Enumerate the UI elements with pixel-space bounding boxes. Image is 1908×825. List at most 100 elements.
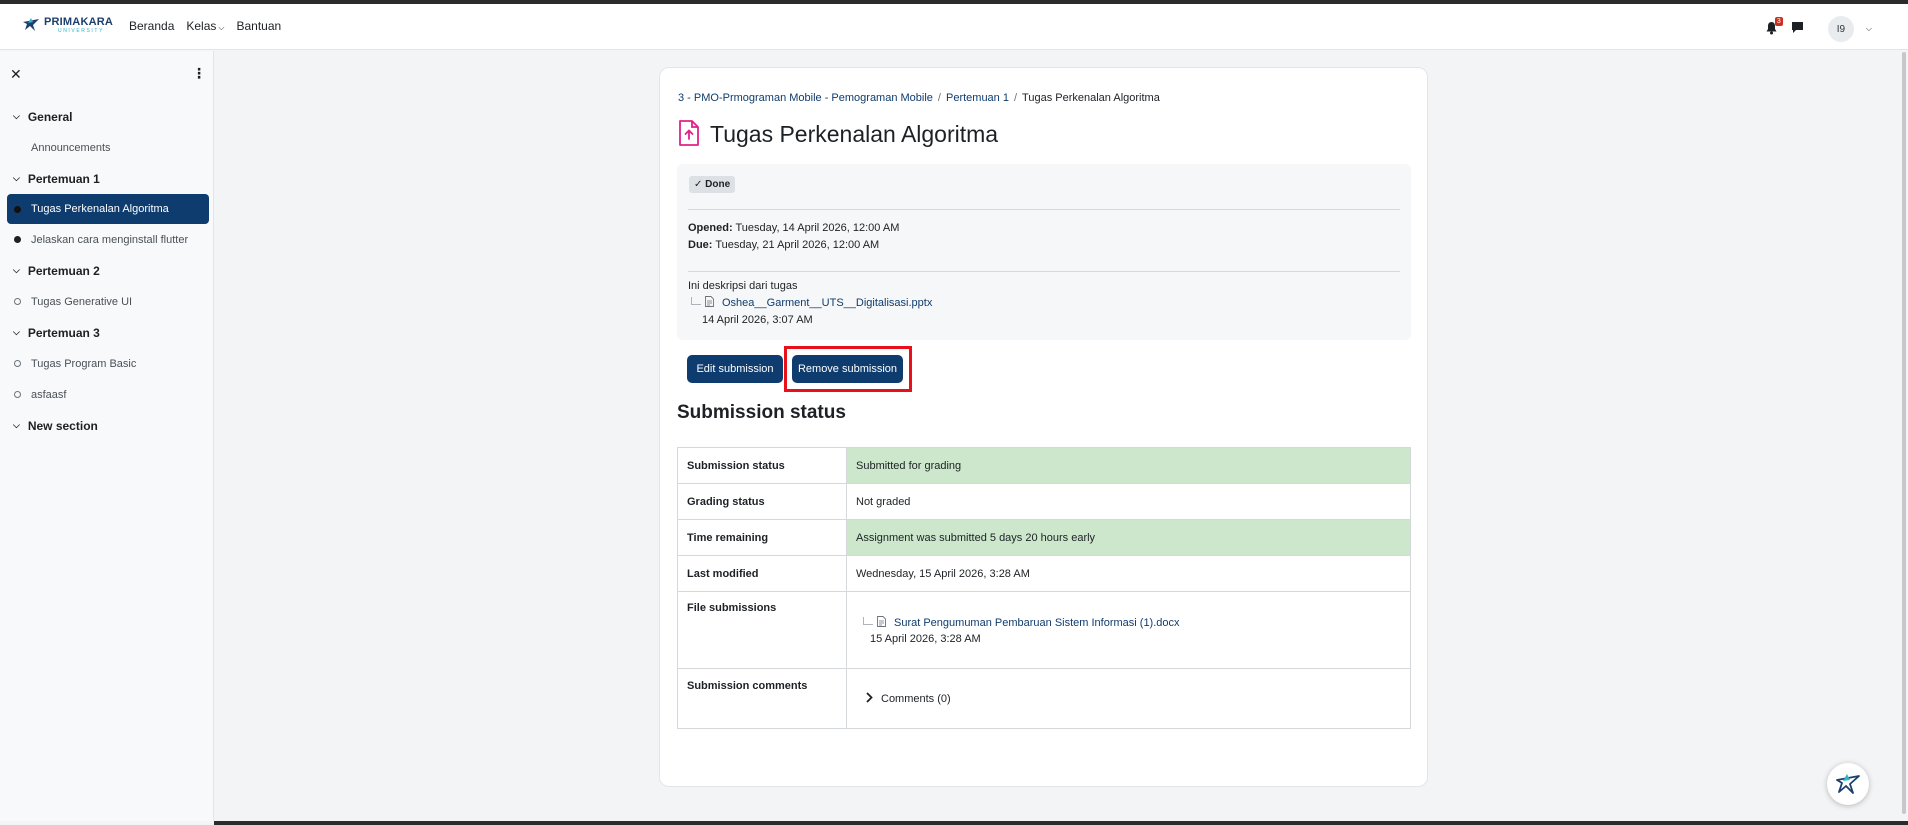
comments-toggle[interactable]: Comments (0)	[856, 691, 1401, 706]
activity-asfaasf[interactable]: asfaasf	[7, 379, 209, 410]
chevron-down-icon: ⌵	[13, 173, 20, 183]
submission-status-value: Submitted for grading	[846, 447, 1411, 484]
divider	[688, 209, 1400, 210]
due-date: Tuesday, 21 April 2026, 12:00 AM	[715, 239, 880, 251]
activity-tugas-generative-ui[interactable]: Tugas Generative UI	[7, 286, 209, 317]
row-label: Submission status	[677, 447, 847, 484]
table-row: Submission comments Comments (0)	[677, 668, 1411, 729]
assistant-chat-button[interactable]	[1827, 763, 1869, 805]
table-row: Grading status Not graded	[677, 483, 1411, 520]
highlight-annotation-box	[784, 346, 912, 392]
activity-announcements[interactable]: Announcements	[7, 132, 209, 163]
nav-kelas-label: Kelas	[186, 19, 217, 33]
activity-tugas-program-basic[interactable]: Tugas Program Basic	[7, 348, 209, 379]
logo-subtext: UNIVERSITY	[58, 28, 105, 34]
notification-count-badge: 3	[1774, 17, 1783, 26]
course-index-list: ⌵ General Announcements ⌵ Pertemuan 1 Tuga…	[7, 101, 209, 441]
section-label: New section	[27, 418, 98, 433]
section-new-section[interactable]: ⌵ New section	[7, 410, 209, 441]
chevron-down-icon: ⌵	[218, 23, 225, 32]
check-icon: ✓	[694, 179, 703, 190]
logo-text: PRIMAKARA	[44, 16, 114, 28]
page-scrollbar[interactable]	[1899, 50, 1908, 825]
row-label: Grading status	[677, 483, 847, 520]
nav-bantuan[interactable]: Bantuan	[236, 19, 281, 33]
activity-information: ✓ Done Opened: Tuesday, 14 April 2026, 1…	[677, 164, 1411, 340]
section-pertemuan-1[interactable]: ⌵ Pertemuan 1	[7, 163, 209, 194]
opened-date: Tuesday, 14 April 2026, 12:00 AM	[735, 222, 900, 234]
activity-dates: Opened: Tuesday, 14 April 2026, 12:00 AM…	[688, 220, 899, 254]
assignment-upload-icon	[678, 120, 700, 149]
section-pertemuan-3[interactable]: ⌵ Pertemuan 3	[7, 317, 209, 348]
chevron-down-icon: ⌵	[13, 327, 20, 337]
last-modified-value: Wednesday, 15 April 2026, 3:28 AM	[846, 555, 1411, 592]
page-title: Tugas Perkenalan Algoritma	[710, 121, 999, 147]
primakara-star-icon	[1835, 771, 1861, 798]
user-avatar[interactable]: I9	[1827, 16, 1854, 42]
due-label: Due:	[688, 239, 713, 251]
table-row: File submissions Surat Pengumuman Pembar…	[677, 591, 1411, 669]
notifications-button[interactable]: 3	[1765, 17, 1783, 37]
scrollbar-thumb[interactable]	[1902, 52, 1906, 814]
messages-button[interactable]	[1791, 21, 1804, 37]
chevron-down-icon: ⌵	[13, 420, 20, 430]
breadcrumb: 3 - PMO-Prmograman Mobile - Pemograman M…	[678, 92, 1160, 104]
nav-kelas[interactable]: Kelas ⌵	[186, 19, 224, 33]
close-drawer-icon[interactable]: ✕	[10, 66, 22, 83]
incomplete-dot-icon	[14, 360, 21, 367]
file-submissions-value: Surat Pengumuman Pembaruan Sistem Inform…	[846, 591, 1411, 669]
table-row: Submission status Submitted for grading	[677, 447, 1411, 484]
section-label: General	[27, 109, 73, 124]
completion-badge: ✓ Done	[689, 176, 736, 193]
kebab-menu-icon[interactable]: ⋮	[192, 65, 206, 82]
edit-submission-button[interactable]: Edit submission	[687, 355, 783, 383]
breadcrumb-course-link[interactable]: 3 - PMO-Prmograman Mobile - Pemograman M…	[678, 92, 933, 104]
row-label: Time remaining	[677, 519, 847, 556]
completion-dot-icon	[14, 236, 21, 243]
comments-label: Comments (0)	[881, 692, 951, 705]
incomplete-dot-icon	[14, 298, 21, 305]
chevron-down-icon: ⌵	[13, 111, 20, 121]
chevron-down-icon: ⌵	[13, 265, 20, 275]
site-logo[interactable]: PRIMAKARA UNIVERSITY	[22, 16, 113, 35]
section-label: Pertemuan 1	[27, 171, 100, 186]
submitted-file-link[interactable]: Surat Pengumuman Pembaruan Sistem Inform…	[894, 617, 1180, 629]
tree-connector	[863, 616, 873, 625]
window-bottom-strip	[214, 821, 1908, 825]
divider	[688, 271, 1400, 272]
row-label: Submission comments	[677, 668, 847, 729]
activity-label: Tugas Generative UI	[31, 295, 133, 308]
completion-dot-icon	[14, 205, 21, 213]
time-remaining-value: Assignment was submitted 5 days 20 hours…	[846, 519, 1411, 556]
breadcrumb-separator: /	[1013, 92, 1018, 104]
activity-label: asfaasf	[31, 388, 67, 401]
assignment-description: Ini deskripsi dari tugas	[688, 280, 798, 292]
activity-tugas-perkenalan-algoritma[interactable]: Tugas Perkenalan Algoritma	[7, 194, 209, 224]
intro-attachment-link[interactable]: Oshea__Garment__UTS__Digitalisasi.pptx	[722, 297, 932, 309]
breadcrumb-section-link[interactable]: Pertemuan 1	[946, 92, 1009, 104]
user-menu-chevron-icon[interactable]: ⌵	[1866, 24, 1872, 34]
submission-status-table: Submission status Submitted for grading …	[677, 447, 1411, 729]
submission-comments-value: Comments (0)	[846, 668, 1411, 729]
table-row: Last modified Wednesday, 15 April 2026, …	[677, 555, 1411, 592]
completion-label: Done	[705, 179, 731, 190]
logo-star-icon	[22, 16, 40, 35]
grading-status-value: Not graded	[846, 483, 1411, 520]
activity-jelaskan-flutter[interactable]: Jelaskan cara menginstall flutter	[7, 224, 209, 255]
course-index-drawer: ✕ ⋮ ⌵ General Announcements ⌵ Pertemuan 1 …	[0, 51, 214, 821]
activity-label: Announcements	[31, 141, 111, 154]
section-pertemuan-2[interactable]: ⌵ Pertemuan 2	[7, 255, 209, 286]
section-label: Pertemuan 3	[27, 325, 100, 340]
intro-attachment: Oshea__Garment__UTS__Digitalisasi.pptx	[688, 296, 932, 310]
top-navbar: PRIMAKARA UNIVERSITY Beranda Kelas ⌵ Bant…	[0, 4, 1908, 50]
activity-label: Tugas Program Basic	[31, 357, 137, 370]
submitted-file-date: 15 April 2026, 3:28 AM	[870, 632, 981, 645]
tree-connector	[691, 297, 701, 305]
nav-beranda[interactable]: Beranda	[129, 19, 174, 33]
breadcrumb-current: Tugas Perkenalan Algoritma	[1022, 92, 1160, 104]
main-content-card: 3 - PMO-Prmograman Mobile - Pemograman M…	[659, 67, 1428, 787]
document-file-icon	[705, 296, 714, 310]
table-row: Time remaining Assignment was submitted …	[677, 519, 1411, 556]
breadcrumb-separator: /	[937, 92, 941, 104]
section-general[interactable]: ⌵ General	[7, 101, 209, 132]
